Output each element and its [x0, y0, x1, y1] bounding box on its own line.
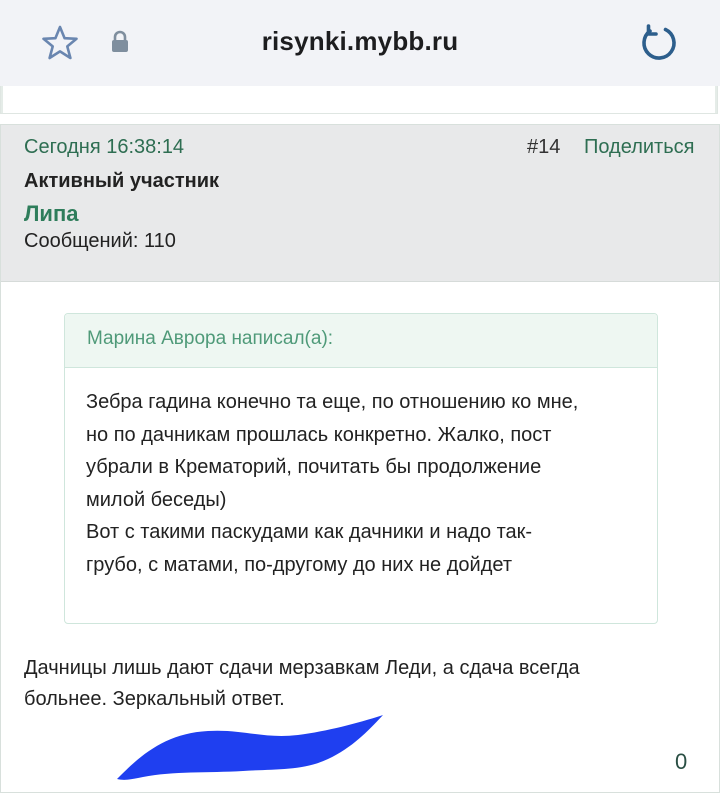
previous-post-border	[1, 86, 717, 113]
messages-count: Сообщений: 110	[24, 230, 176, 252]
reload-icon[interactable]	[638, 22, 680, 64]
quote-line: милой беседы)	[86, 488, 227, 511]
redaction-scribble	[117, 715, 383, 780]
post-rating[interactable]: 0	[675, 749, 687, 775]
quote-text: Зебра гадина конечно та еще, по отношени…	[86, 386, 642, 581]
quote-line: убрали в Крематорий, почитать бы продолж…	[86, 456, 542, 478]
post-header: Сегодня 16:38:14 #14 Поделиться Активный…	[1, 125, 719, 282]
address-bar-url[interactable]: risynki.mybb.ru	[0, 26, 720, 57]
quote-line: Зебра гадина конечно та еще, по отношени…	[86, 391, 579, 413]
post-message-line: больнее. Зеркальный ответ.	[24, 688, 285, 710]
quote-box: Марина Аврора написал(а): Зебра гадина к…	[64, 313, 658, 624]
quote-line: грубо, с матами, по-другому до них не до…	[86, 553, 512, 576]
browser-toolbar: risynki.mybb.ru	[0, 0, 720, 86]
share-link[interactable]: Поделиться	[584, 136, 694, 159]
previous-post-edge	[0, 86, 718, 114]
quote-line: Вот с такими паскудами как дачники и над…	[86, 521, 533, 543]
post-timestamp-link[interactable]: Сегодня 16:38:14	[24, 136, 184, 159]
post-message-line: Дачницы лишь дают сдачи мерзавкам Леди, …	[24, 657, 580, 679]
post-number[interactable]: #14	[527, 136, 560, 159]
quote-line: но по дачникам прошлась конкретно. Жалко…	[86, 423, 552, 446]
quote-author: Марина Аврора написал(а):	[87, 328, 334, 349]
forum-post: Сегодня 16:38:14 #14 Поделиться Активный…	[0, 124, 720, 793]
quote-header: Марина Аврора написал(а):	[65, 314, 657, 368]
post-message: Дачницы лишь дают сдачи мерзавкам Леди, …	[24, 653, 704, 715]
username-link[interactable]: Липа	[24, 201, 78, 227]
user-rank: Активный участник	[24, 170, 220, 192]
